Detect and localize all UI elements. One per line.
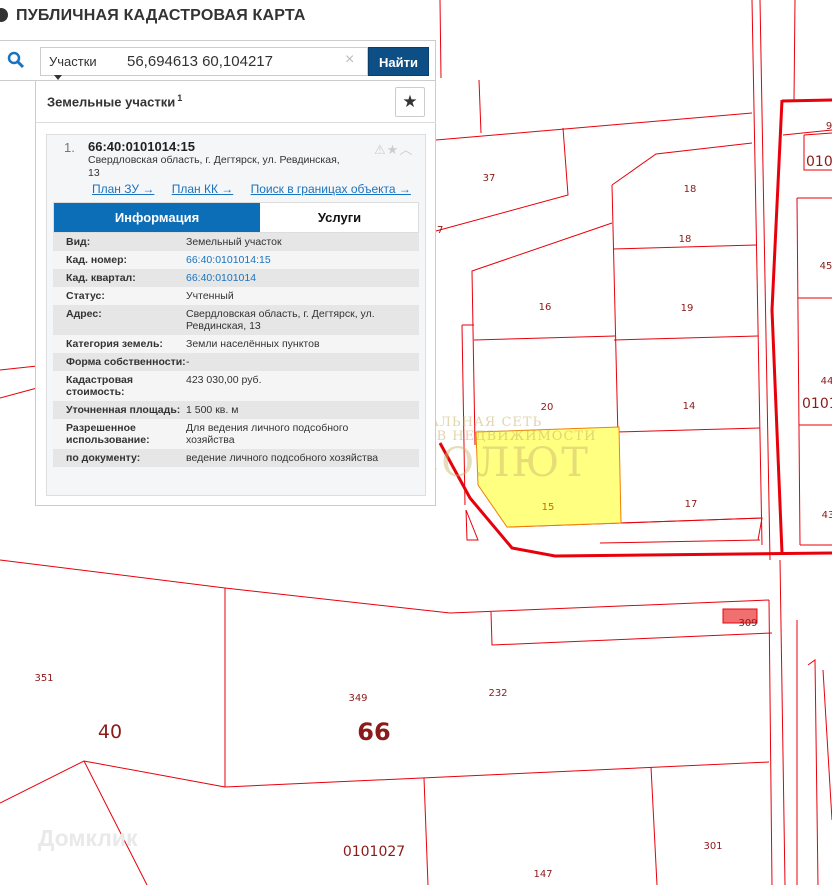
search-icon[interactable] — [7, 51, 25, 69]
quarter-label: 0101027 — [343, 844, 405, 860]
search-within-link[interactable]: Поиск в границах объекта → — [251, 182, 411, 196]
table-row: Кадастровая стоимость: 423 030,00 руб. — [53, 371, 419, 401]
parcel-label: 9 — [826, 121, 832, 132]
domclick-watermark: Домклик — [38, 825, 138, 851]
details-table: Вид: Земельный участок Кад. номер: 66:40:0… — [53, 233, 419, 467]
parcel-label: 15 — [542, 502, 555, 513]
parcel-label: 37 — [483, 173, 496, 184]
row-value: ведение личного подсобного хозяйства — [186, 452, 379, 464]
search-bar: Участки 56,694613 60,104217 × Найти — [0, 40, 436, 81]
divider — [36, 122, 436, 123]
parcel-label: 309 — [738, 618, 757, 629]
results-title-text: Земельные участки — [47, 94, 176, 110]
row-label: Форма собственности: — [66, 356, 186, 368]
table-row: Форма собственности: - — [53, 353, 419, 371]
parcel-label: 44 — [821, 376, 832, 387]
row-label: Вид: — [66, 236, 91, 248]
table-row: Вид: Земельный участок — [53, 233, 419, 251]
results-panel: Земельные участки 1 ★ 1. 66:40:0101014:15… — [35, 81, 436, 506]
result-tabs: Информация Услуги — [53, 202, 419, 233]
row-label: Категория земель: — [66, 338, 163, 350]
parcel-label: 14 — [683, 401, 696, 412]
table-row: Кад. квартал: 66:40:0101014 — [53, 269, 419, 287]
row-label: Статус: — [66, 290, 105, 302]
table-row: по документу: ведение личного подсобного … — [53, 449, 419, 467]
parcel-label: 18 — [679, 234, 692, 245]
quarter-label: 0101 — [802, 396, 832, 412]
parcel-label: 147 — [533, 869, 552, 880]
parcel-label: 19 — [681, 303, 694, 314]
tab-information[interactable]: Информация — [54, 203, 260, 232]
row-value: 1 500 кв. м — [186, 404, 239, 416]
table-row: Адрес: Свердловская область, г. Дегтярск,… — [53, 305, 419, 335]
row-value: Для ведения личного подсобного хозяйства — [186, 422, 349, 446]
parcel-label: 16 — [539, 302, 552, 313]
parcel-label: 301 — [703, 841, 722, 852]
app-title: ПУБЛИЧНАЯ КАДАСТРОВАЯ КАРТА — [16, 7, 306, 24]
table-row: Разрешенное использование: Для ведения ли… — [53, 419, 419, 449]
search-type-label: Участки — [49, 54, 97, 69]
result-card: 1. 66:40:0101014:15 Свердловская область… — [46, 134, 426, 496]
parcel-label: 349 — [348, 693, 367, 704]
plan-zu-link[interactable]: План ЗУ → — [92, 182, 154, 196]
clear-icon[interactable]: × — [345, 51, 354, 69]
parcel-label: 18 — [684, 184, 697, 195]
row-value-link[interactable]: 66:40:0101014 — [186, 272, 419, 284]
row-value: 423 030,00 руб. — [186, 374, 262, 386]
region-label: 66 — [357, 718, 390, 746]
search-input[interactable]: 56,694613 60,104217 — [115, 47, 368, 76]
chevron-up-icon[interactable]: ︿ — [399, 142, 413, 157]
table-row: Кад. номер: 66:40:0101014:15 — [53, 251, 419, 269]
results-title: Земельные участки 1 — [47, 93, 182, 109]
row-label: Разрешенное использование: — [66, 422, 150, 446]
row-label: Кад. квартал: — [66, 272, 136, 284]
plan-kk-link[interactable]: План КК → — [172, 182, 234, 196]
chevron-down-icon — [54, 75, 62, 81]
star-icon: ★ — [402, 92, 418, 111]
quarter-label: 0101 — [806, 154, 832, 170]
star-icon[interactable]: ★ — [387, 142, 400, 157]
row-label: по документу: — [66, 452, 141, 464]
parcel-label: 232 — [488, 688, 507, 699]
result-index: 1. — [64, 140, 75, 155]
parcel-label: 17 — [685, 499, 698, 510]
row-label: Адрес: — [66, 308, 102, 320]
row-value: Учтенный — [186, 290, 234, 302]
favorites-button[interactable]: ★ — [395, 87, 425, 117]
row-value-link[interactable]: 66:40:0101014:15 — [186, 254, 419, 266]
row-value: Свердловская область, г. Дегтярск, ул. Р… — [186, 308, 375, 332]
tab-services[interactable]: Услуги — [260, 203, 419, 232]
table-row: Статус: Учтенный — [53, 287, 419, 305]
find-button[interactable]: Найти — [368, 47, 429, 76]
parcel-label: 45 — [820, 261, 832, 272]
parcel-label: 43 — [822, 510, 832, 521]
table-row: Категория земель: Земли населённых пункто… — [53, 335, 419, 353]
parcel-label: 20 — [541, 402, 554, 413]
row-label: Кад. номер: — [66, 254, 128, 266]
district-label: 40 — [98, 721, 122, 743]
table-row: Уточненная площадь: 1 500 кв. м — [53, 401, 419, 419]
parcel-label: 351 — [34, 673, 53, 684]
warning-icon[interactable]: ⚠ — [374, 142, 387, 157]
row-value: Земли населённых пунктов — [186, 338, 320, 350]
result-cad-number[interactable]: 66:40:0101014:15 — [88, 139, 195, 154]
results-count: 1 — [177, 93, 183, 103]
row-value: - — [186, 356, 190, 368]
row-value: Земельный участок — [186, 236, 282, 248]
row-label: Кадастровая стоимость: — [66, 374, 133, 398]
row-label: Уточненная площадь: — [66, 404, 181, 416]
result-address: Свердловская область, г. Дегтярск, ул. Р… — [88, 154, 340, 179]
search-type-select[interactable]: Участки — [40, 47, 116, 81]
